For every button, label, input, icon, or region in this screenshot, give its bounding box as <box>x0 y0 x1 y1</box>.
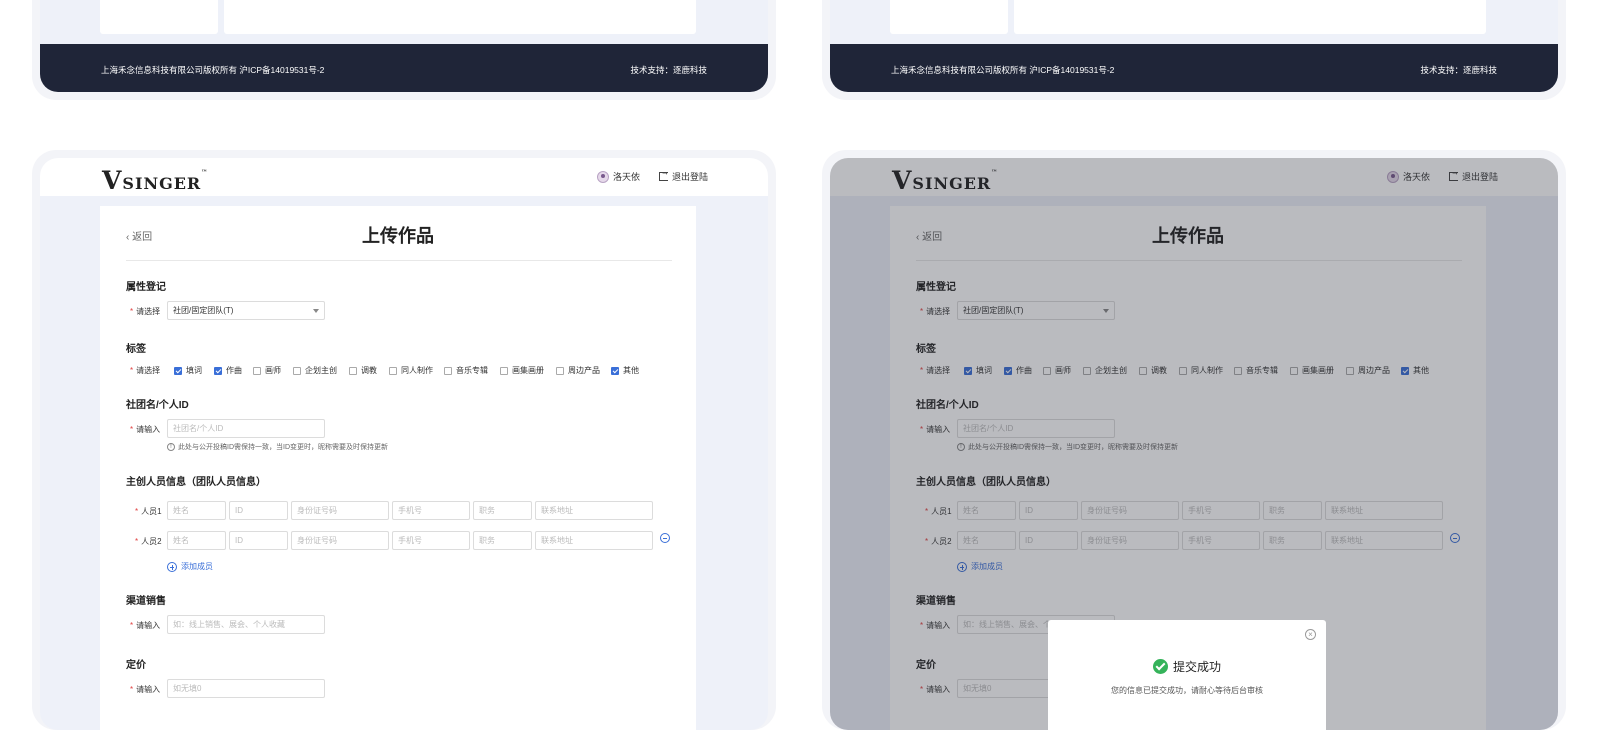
upload-page: VSINGER™ 洛天依 退出登陆 ‹ 返回 上传作品 属性登记 *请选择 社团… <box>40 158 768 730</box>
checkbox-icon <box>293 366 301 375</box>
member1-name-input[interactable]: 姓名 <box>167 501 226 520</box>
member-section-title: 主创人员信息（团队人员信息） <box>126 477 266 488</box>
member2-address-input[interactable]: 联系地址 <box>535 531 653 550</box>
id-hint: ! 此处与公开投稿ID需保持一致，当ID变更时，昵称需要及时保持更新 <box>167 442 388 452</box>
attr-select-label: * 请选择 <box>130 307 161 316</box>
member2-name-input[interactable]: 姓名 <box>167 531 226 550</box>
attr-section-title: 属性登记 <box>126 282 166 293</box>
top-left-page: 上海禾念信息科技有限公司版权所有 沪ICP备14019531号-2 技术支持：逐… <box>40 0 768 92</box>
member1-id-input[interactable]: ID <box>229 501 288 520</box>
upload-form-board: VSINGER™ 洛天依 退出登陆 ‹ 返回 上传作品 属性登记 *请选择 社团… <box>32 150 776 730</box>
member2-idcard-input[interactable]: 身份证号码 <box>291 531 389 550</box>
main-card <box>1014 0 1486 34</box>
tag-checkbox[interactable]: 其他 <box>611 365 639 376</box>
checkbox-icon <box>444 366 452 375</box>
tag-checkbox[interactable]: 画师 <box>253 365 281 376</box>
member1-idcard-input[interactable]: 身份证号码 <box>291 501 389 520</box>
tag-checkbox[interactable]: 音乐专辑 <box>444 365 488 376</box>
modal-title: 提交成功 <box>1048 658 1326 675</box>
member2-phone-input[interactable]: 手机号 <box>392 531 470 550</box>
info-icon: ! <box>167 443 175 451</box>
attr-select[interactable]: 社团/固定团队(T) <box>167 301 325 320</box>
channel-input[interactable]: 如：线上销售、展会、个人收藏 <box>167 615 325 634</box>
tag-checkbox[interactable]: 同人制作 <box>389 365 433 376</box>
tag-checkbox[interactable]: 填词 <box>174 365 202 376</box>
user-profile[interactable]: 洛天依 <box>596 170 640 183</box>
tag-checkbox[interactable]: 周边产品 <box>556 365 600 376</box>
footer-support: 技术支持：逐鹿科技 <box>1420 65 1497 75</box>
id-input-label: * 请输入 <box>130 425 161 434</box>
side-card <box>890 0 1008 34</box>
checkbox-icon <box>253 366 261 375</box>
upload-page-modal: VSINGER™ 洛天依 退出登陆 ‹ 返回 上传作品 属性登记 *请选择 社团… <box>830 158 1558 730</box>
footer: 上海禾念信息科技有限公司版权所有 沪ICP备14019531号-2 技术支持：逐… <box>40 44 768 92</box>
remove-member-icon[interactable] <box>660 533 670 543</box>
logout-button[interactable]: 退出登陆 <box>658 168 708 183</box>
tag-checkbox[interactable]: 画集画册 <box>500 365 544 376</box>
member1-phone-input[interactable]: 手机号 <box>392 501 470 520</box>
top-right-board: 上海禾念信息科技有限公司版权所有 沪ICP备14019531号-2 技术支持：逐… <box>822 0 1566 100</box>
success-modal: × 提交成功 您的信息已提交成功，请耐心等待后台审核 <box>1048 620 1326 730</box>
top-right-page: 上海禾念信息科技有限公司版权所有 沪ICP备14019531号-2 技术支持：逐… <box>830 0 1558 92</box>
site-header: VSINGER™ 洛天依 退出登陆 <box>40 158 768 196</box>
footer: 上海禾念信息科技有限公司版权所有 沪ICP备14019531号-2 技术支持：逐… <box>830 44 1558 92</box>
add-member-button[interactable]: 添加成员 <box>167 561 213 572</box>
add-icon <box>167 561 177 572</box>
close-icon[interactable]: × <box>1305 629 1316 640</box>
member1-role-input[interactable]: 职务 <box>473 501 532 520</box>
footer-copyright: 上海禾念信息科技有限公司版权所有 沪ICP备14019531号-2 <box>101 65 325 75</box>
top-left-board: 上海禾念信息科技有限公司版权所有 沪ICP备14019531号-2 技术支持：逐… <box>32 0 776 100</box>
tag-checkbox[interactable]: 调教 <box>349 365 377 376</box>
tag-checkbox[interactable]: 作曲 <box>214 365 242 376</box>
checkbox-icon <box>389 366 397 375</box>
member2-role-input[interactable]: 职务 <box>473 531 532 550</box>
upload-form: ‹ 返回 上传作品 属性登记 * 请选择 社团/固定团队(T) 标签 * 请选择 填… <box>100 206 696 730</box>
member1-address-input[interactable]: 联系地址 <box>535 501 653 520</box>
upload-success-board: VSINGER™ 洛天依 退出登陆 ‹ 返回 上传作品 属性登记 *请选择 社团… <box>822 150 1566 730</box>
checkbox-icon <box>556 366 564 375</box>
main-card <box>224 0 696 34</box>
success-check-icon <box>1152 659 1168 674</box>
modal-message: 您的信息已提交成功，请耐心等待后台审核 <box>1111 686 1263 695</box>
member2-label: * 人员2 <box>135 537 162 546</box>
id-input[interactable]: 社团名/个人ID <box>167 419 325 438</box>
tag-select-label: * 请选择 <box>130 366 161 375</box>
checkbox-icon <box>611 366 619 375</box>
footer-copyright: 上海禾念信息科技有限公司版权所有 沪ICP备14019531号-2 <box>891 65 1115 75</box>
price-input[interactable]: 如无填0 <box>167 679 325 698</box>
checkbox-icon <box>174 366 182 375</box>
tag-checkbox[interactable]: 企划主创 <box>293 365 337 376</box>
avatar <box>596 170 609 183</box>
vsinger-logo[interactable]: VSINGER™ <box>102 166 208 195</box>
price-section-title: 定价 <box>126 660 146 671</box>
price-input-label: * 请输入 <box>130 685 161 694</box>
divider <box>126 260 672 261</box>
channel-section-title: 渠道销售 <box>126 596 166 607</box>
checkbox-icon <box>500 366 508 375</box>
checkbox-icon <box>349 366 357 375</box>
channel-input-label: * 请输入 <box>130 621 161 630</box>
checkbox-icon <box>214 366 222 375</box>
footer-support: 技术支持：逐鹿科技 <box>630 65 707 75</box>
tag-section-title: 标签 <box>126 344 146 355</box>
member2-id-input[interactable]: ID <box>229 531 288 550</box>
page-title: 上传作品 <box>362 226 434 246</box>
member1-label: * 人员1 <box>135 507 162 516</box>
side-card <box>100 0 218 34</box>
id-section-title: 社团名/个人ID <box>126 400 189 411</box>
chevron-down-icon <box>313 309 319 313</box>
logout-icon <box>658 168 669 181</box>
